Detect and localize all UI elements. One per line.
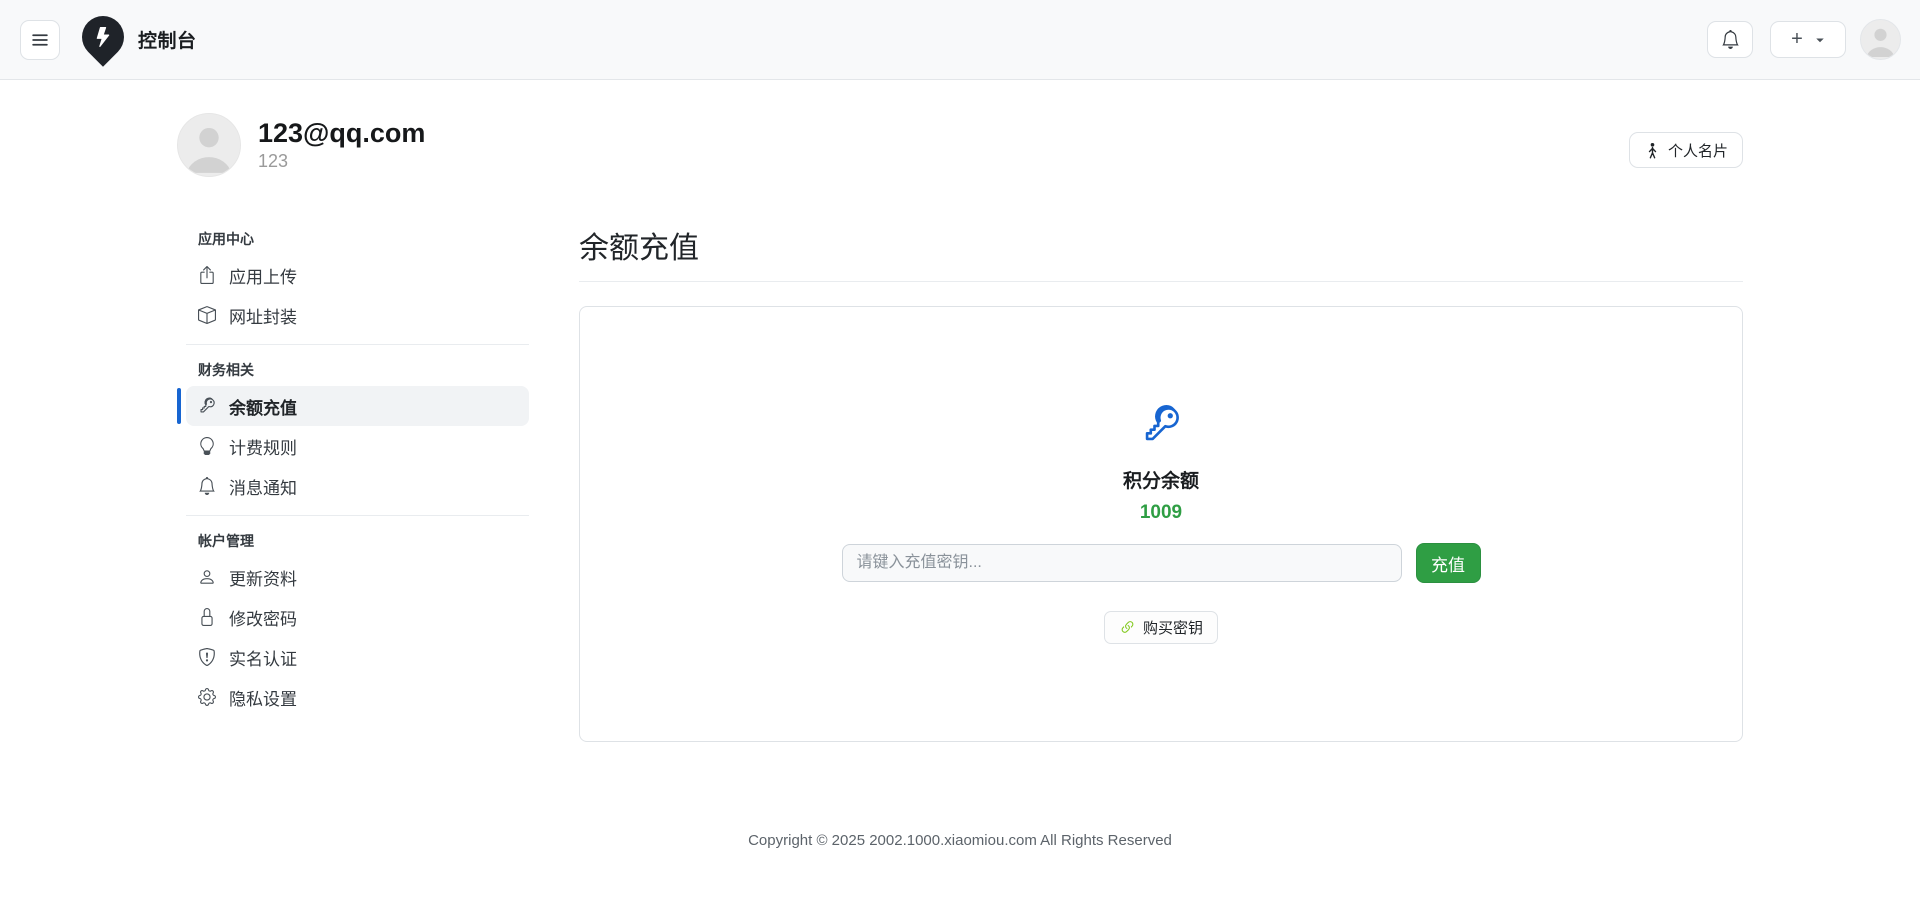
balance-value: 1009 (1140, 502, 1182, 524)
person-standing-icon (1644, 142, 1661, 159)
bell-icon (198, 477, 216, 495)
add-dropdown-button[interactable]: + (1770, 21, 1846, 58)
sidebar-item-label: 隐私设置 (229, 685, 297, 710)
sidebar-item-label: 消息通知 (229, 474, 297, 499)
sidebar-item-url-packaging[interactable]: 网址封装 (186, 295, 529, 335)
sidebar-section-header-finance: 财务相关 (186, 360, 529, 380)
sidebar-item-label: 计费规则 (229, 434, 297, 459)
personal-namecard-button[interactable]: 个人名片 (1629, 132, 1743, 168)
topbar-avatar[interactable] (1860, 19, 1901, 60)
footer-copyright: Copyright © 2025 2002.1000.xiaomiou.com … (0, 832, 1920, 849)
gear-icon (198, 688, 216, 706)
personal-namecard-label: 个人名片 (1668, 140, 1728, 161)
link-icon (1119, 619, 1136, 636)
caret-down-icon (1815, 35, 1825, 45)
app-title: 控制台 (138, 26, 197, 53)
person-icon (198, 568, 216, 586)
plus-icon: + (1791, 28, 1803, 51)
sidebar-item-update-profile[interactable]: 更新资料 (186, 557, 529, 597)
sidebar-section-header-account: 帐户管理 (186, 531, 529, 551)
sidebar-item-real-name-verification[interactable]: 实名认证 (186, 637, 529, 677)
recharge-card: 积分余额 1009 充值 购买密钥 (579, 306, 1743, 742)
profile-email: 123@qq.com (258, 117, 425, 149)
key-icon (1131, 395, 1190, 454)
sidebar-item-label: 网址封装 (229, 303, 297, 328)
main-content: 余额充值 积分余额 1009 充值 购买密钥 (579, 223, 1743, 742)
page-title: 余额充值 (579, 223, 1743, 282)
sidebar-item-billing-rules[interactable]: 计费规则 (186, 426, 529, 466)
lock-icon (198, 608, 216, 626)
sidebar-item-balance-recharge[interactable]: 余额充值 (186, 386, 529, 426)
upload-icon (198, 266, 216, 284)
hamburger-menu-button[interactable] (20, 20, 60, 60)
sidebar-section-header-apps: 应用中心 (186, 229, 529, 249)
shield-exclamation-icon (198, 648, 216, 666)
profile-username: 123 (258, 151, 425, 172)
lightning-logo-icon (73, 7, 132, 66)
sidebar-item-label: 余额充值 (229, 394, 297, 419)
key-icon (194, 393, 219, 418)
sidebar-item-change-password[interactable]: 修改密码 (186, 597, 529, 637)
sidebar-item-label: 应用上传 (229, 263, 297, 288)
topbar: 控制台 + (0, 0, 1920, 80)
recharge-key-input[interactable] (842, 544, 1402, 582)
sidebar-divider (186, 344, 529, 345)
balance-label: 积分余额 (1123, 466, 1199, 493)
sidebar-divider (186, 515, 529, 516)
notifications-button[interactable] (1707, 21, 1753, 58)
sidebar-item-label: 更新资料 (229, 565, 297, 590)
profile-avatar (177, 113, 241, 177)
buy-key-button[interactable]: 购买密钥 (1104, 611, 1218, 644)
sidebar: 应用中心 应用上传 网址封装 财务相关 余额充值 计费规则 消息通知 (177, 223, 529, 742)
sidebar-item-notifications[interactable]: 消息通知 (186, 466, 529, 506)
sidebar-item-label: 修改密码 (229, 605, 297, 630)
profile-header: 123@qq.com 123 个人名片 (177, 113, 1743, 177)
sidebar-item-label: 实名认证 (229, 645, 297, 670)
recharge-button[interactable]: 充值 (1416, 543, 1481, 583)
bell-icon (1721, 30, 1740, 49)
lightbulb-icon (198, 437, 216, 455)
sidebar-item-privacy-settings[interactable]: 隐私设置 (186, 677, 529, 717)
package-icon (198, 306, 216, 324)
buy-key-label: 购买密钥 (1143, 617, 1203, 638)
sidebar-item-app-upload[interactable]: 应用上传 (186, 255, 529, 295)
hamburger-icon (30, 30, 50, 50)
